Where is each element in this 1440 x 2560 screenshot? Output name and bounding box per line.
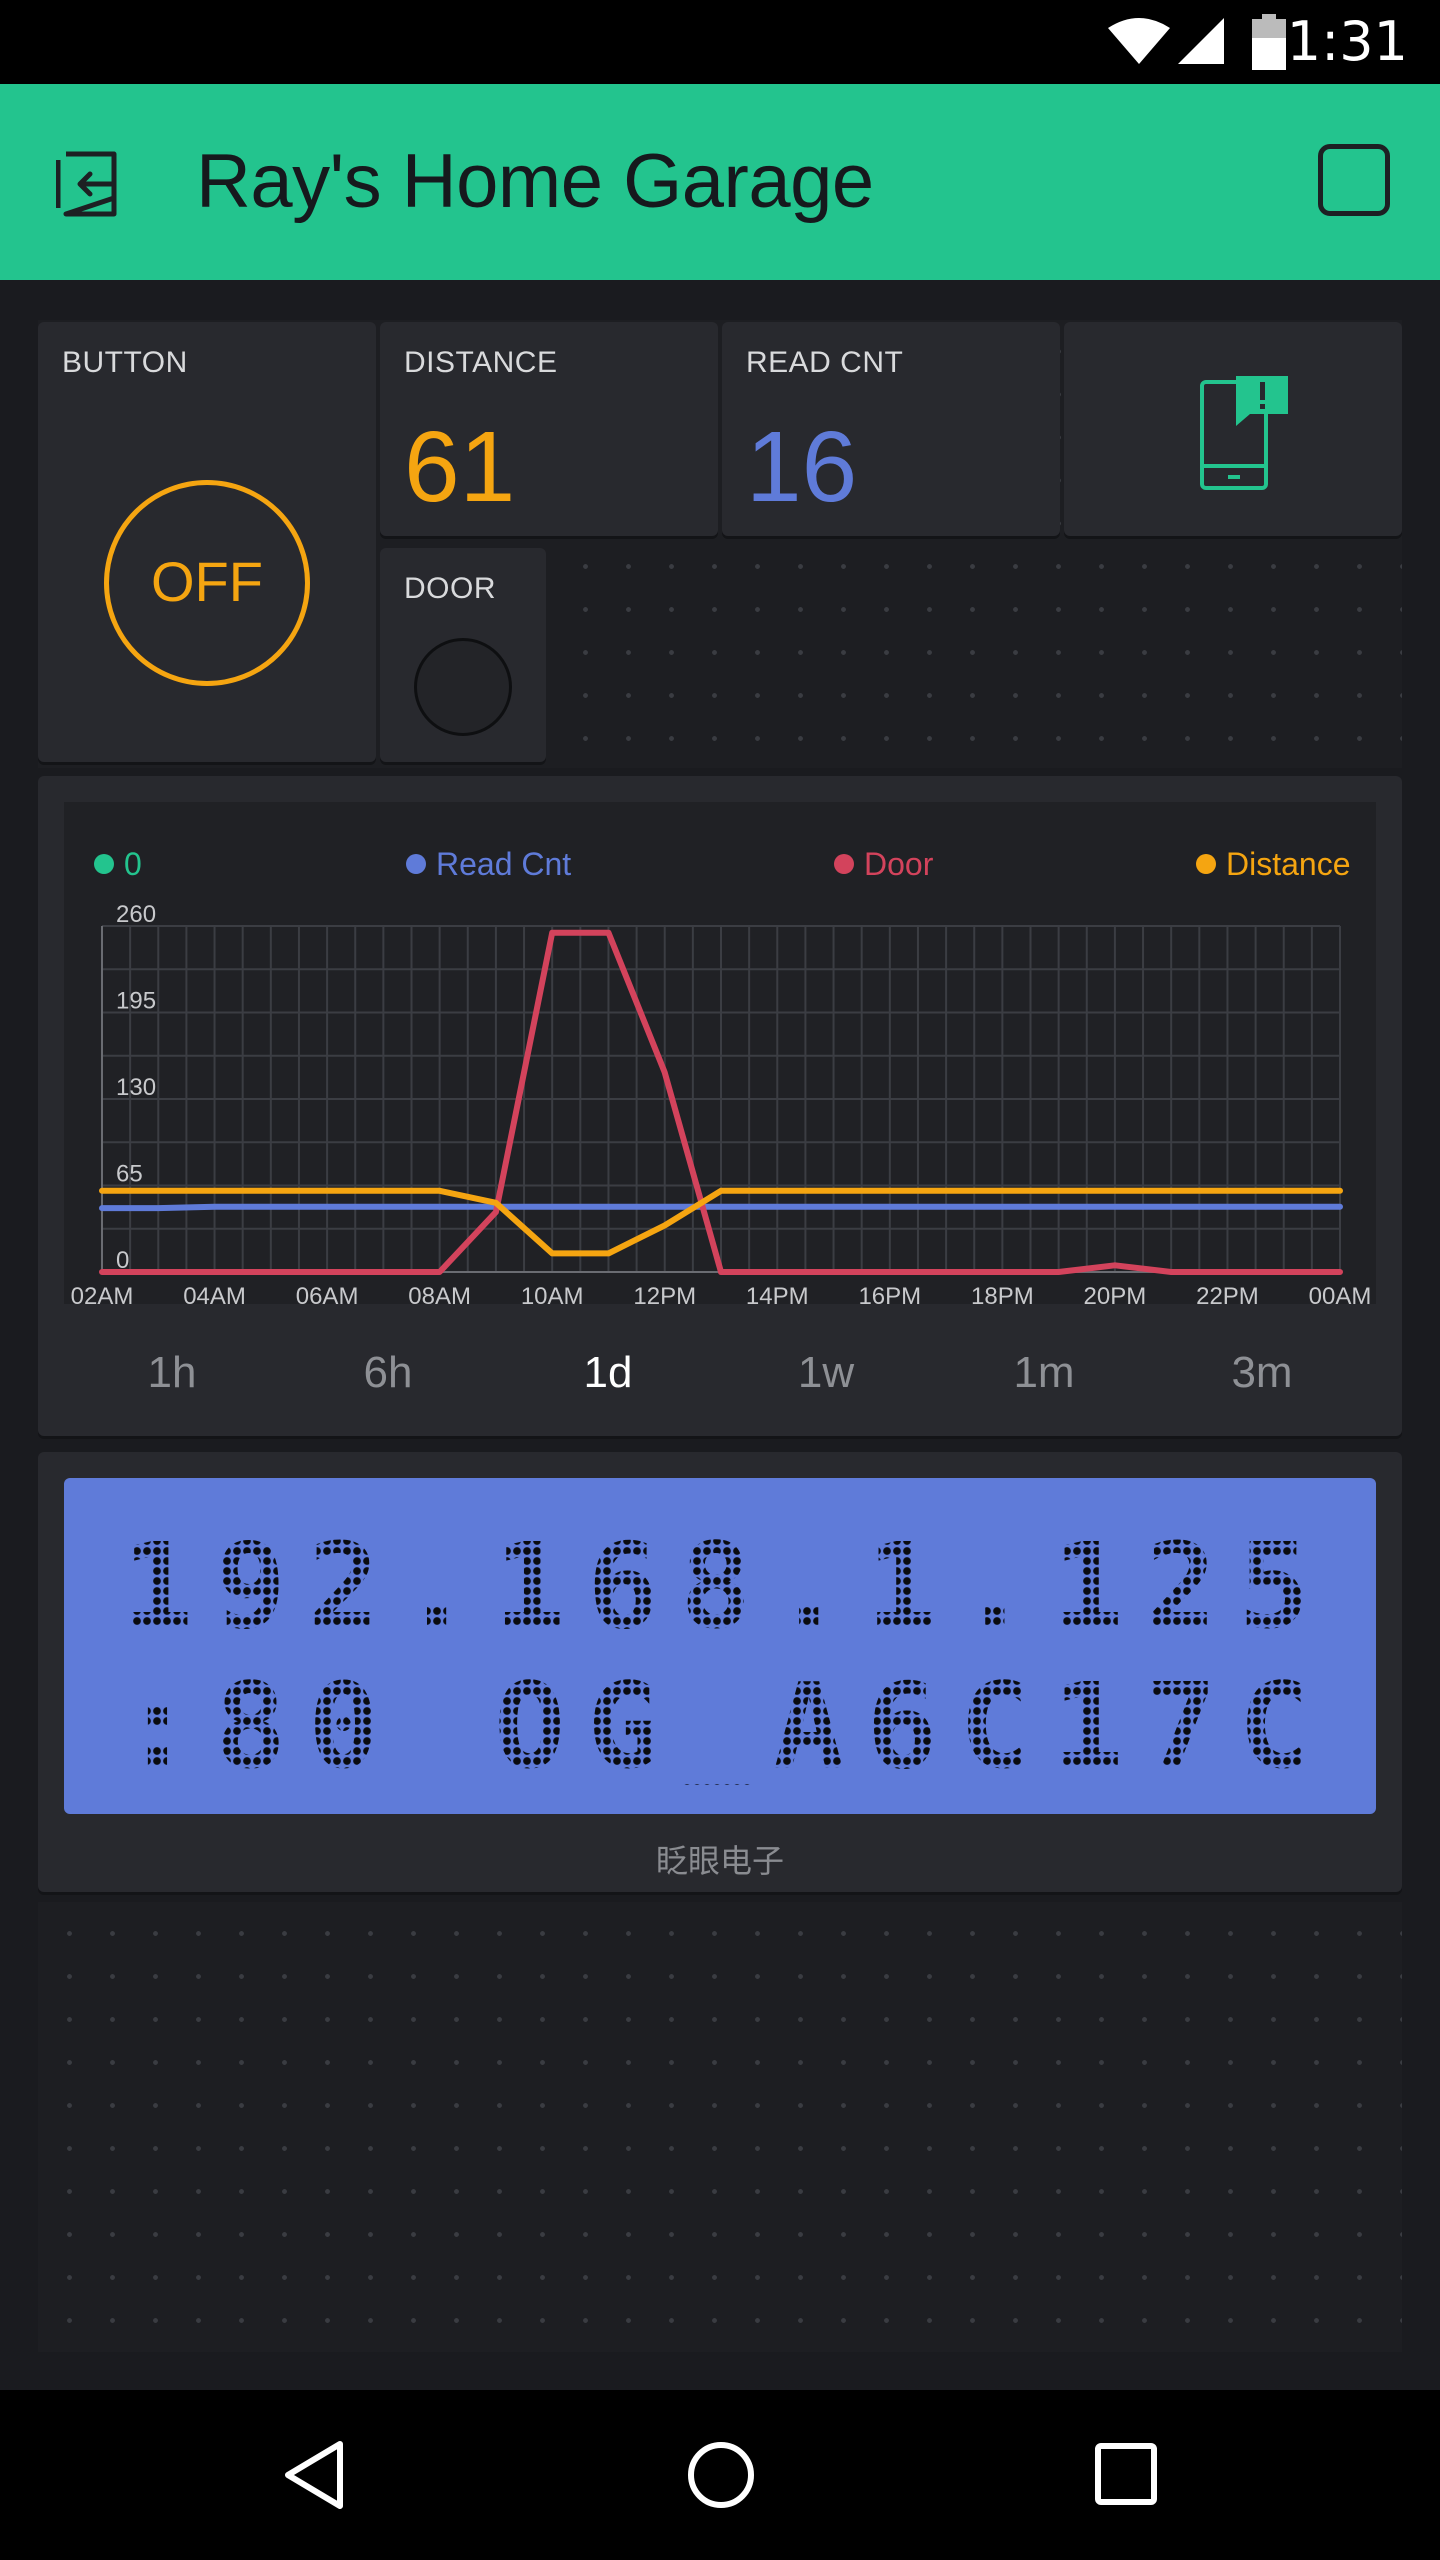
notification-widget[interactable] <box>1064 322 1402 536</box>
x-tick-label: 06AM <box>296 1283 359 1304</box>
y-tick-label: 260 <box>116 901 156 928</box>
series-line-read-cnt <box>99 1203 1343 1212</box>
lcd-line-2: :80 OG_A6C17C <box>122 1657 1332 1795</box>
line-chart: 06513019526002AM 04AM 06AM 08AM 10AM 12PM 14PM… <box>71 901 1372 1304</box>
wifi-icon <box>1108 18 1170 64</box>
lcd-line-1: 192.168.1.125 <box>122 1517 1332 1655</box>
lcd-screen: 192.168.1.125 :80 OG_A6C17C <box>64 1478 1376 1814</box>
y-tick-label: 195 <box>116 988 156 1015</box>
app-header: Ray's Home Garage <box>0 84 1440 280</box>
x-tick-label: 02AM <box>71 1283 134 1304</box>
lcd-caption: 眨眼电子 <box>655 1842 784 1880</box>
read-cnt-value: 16 <box>746 411 858 523</box>
read-cnt-widget[interactable]: READ CNT 16 <box>722 322 1060 536</box>
navigation-bar <box>0 2390 1440 2560</box>
signal-icon <box>1178 18 1224 64</box>
period-6h[interactable]: 6h <box>328 1348 448 1398</box>
read-cnt-label: READ CNT <box>746 346 904 379</box>
period-1w[interactable]: 1w <box>766 1348 886 1398</box>
toggle-button[interactable]: OFF <box>104 480 310 686</box>
button-widget[interactable]: BUTTON OFF <box>38 322 376 762</box>
clock: 1:31 <box>1286 10 1408 73</box>
button-widget-label: BUTTON <box>62 346 188 379</box>
x-tick-label: 00AM <box>1309 1283 1372 1304</box>
project-settings-button[interactable] <box>1318 144 1390 216</box>
distance-widget[interactable]: DISTANCE 61 <box>380 322 718 536</box>
distance-label: DISTANCE <box>404 346 558 379</box>
x-tick-label: 10AM <box>521 1283 584 1304</box>
y-tick-label: 130 <box>116 1074 156 1101</box>
door-led <box>414 638 512 736</box>
x-tick-label: 12PM <box>633 1283 696 1304</box>
door-label: DOOR <box>404 572 496 605</box>
chart-area: 0 Read Cnt Door Distance 0 65 130 195 260 02A… <box>64 802 1376 1304</box>
period-1h[interactable]: 1h <box>112 1348 232 1398</box>
distance-value: 61 <box>404 411 516 523</box>
x-tick-label: 18PM <box>971 1283 1034 1304</box>
door-widget[interactable]: DOOR <box>380 548 546 762</box>
x-tick-label: 20PM <box>1084 1283 1147 1304</box>
x-tick-label: 16PM <box>858 1283 921 1304</box>
x-tick-label: 14PM <box>746 1283 809 1304</box>
period-1d[interactable]: 1d <box>548 1348 668 1398</box>
widget-grid-bottom <box>38 1902 1402 2352</box>
period-3m[interactable]: 3m <box>1202 1348 1322 1398</box>
y-tick-label: 65 <box>116 1161 143 1188</box>
x-tick-label: 04AM <box>183 1283 246 1304</box>
exit-project-icon[interactable] <box>56 146 140 222</box>
page-title: Ray's Home Garage <box>196 139 874 224</box>
period-1m[interactable]: 1m <box>984 1348 1104 1398</box>
battery-icon <box>1252 14 1286 70</box>
x-tick-label: 08AM <box>408 1283 471 1304</box>
toggle-button-state: OFF <box>151 550 263 613</box>
history-graph-widget[interactable]: 0 Read Cnt Door Distance 0 65 130 195 260 02A… <box>38 776 1402 1436</box>
back-nav-icon[interactable] <box>282 2440 346 2510</box>
recents-nav-icon[interactable] <box>1094 2442 1158 2506</box>
x-tick-label: 22PM <box>1196 1283 1259 1304</box>
phone-notification-icon <box>1200 376 1288 490</box>
home-nav-icon[interactable] <box>686 2440 756 2510</box>
status-bar: 1:31 <box>0 0 1440 84</box>
lcd-widget[interactable]: 192.168.1.125 :80 OG_A6C17C 眨眼电子 <box>38 1452 1402 1892</box>
